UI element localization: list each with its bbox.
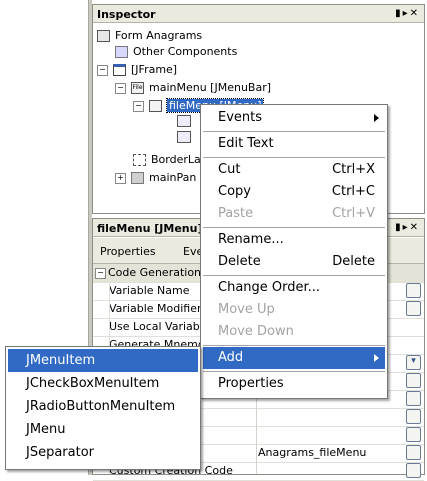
layout-icon — [133, 154, 146, 166]
collapse-icon[interactable]: − — [115, 82, 126, 94]
tree-node-label: BorderLa — [151, 153, 201, 166]
properties-window-buttons[interactable]: ▮▸✕ — [395, 222, 420, 233]
ellipsis-button[interactable] — [406, 301, 421, 316]
inspector-title: Inspector — [97, 8, 156, 21]
panel-icon — [131, 172, 144, 184]
tree-node-other-components[interactable]: Other Components — [115, 43, 237, 61]
submenu-item-jradiobuttonmenuitem[interactable]: JRadioButtonMenuItem — [8, 395, 198, 418]
menu-item-delete[interactable]: Delete Delete — [203, 251, 385, 273]
property-name: Variable Name — [109, 284, 190, 297]
menu-item-change-order[interactable]: Change Order... — [203, 277, 385, 299]
tree-node-mainmenu[interactable]: − File mainMenu [JMenuBar] — [115, 79, 271, 97]
ellipsis-button[interactable] — [406, 373, 421, 388]
menu-item-label: Edit Text — [218, 136, 274, 151]
menu-item-add[interactable]: Add — [203, 347, 385, 369]
menuitem-icon — [177, 115, 191, 127]
menu-item-label: Events — [218, 110, 263, 125]
menu-item-edit-text[interactable]: Edit Text — [203, 133, 385, 155]
expand-icon[interactable]: + — [115, 172, 126, 184]
property-name: Use Local Variable — [109, 320, 210, 333]
ellipsis-button[interactable] — [406, 445, 421, 460]
inspector-titlebar: Inspector ▮▸✕ — [93, 5, 424, 23]
menu-item-label: Delete — [218, 254, 261, 269]
properties-title: fileMenu [JMenu] — [97, 222, 203, 235]
ellipsis-button[interactable] — [406, 463, 421, 478]
category-label: Code Generation — [108, 266, 202, 279]
menu-item-move-down[interactable]: Move Down — [203, 321, 385, 343]
submenu-arrow-icon — [374, 354, 379, 362]
dropdown-icon[interactable]: ▾ — [406, 355, 421, 370]
menu-item-cut[interactable]: Cut Ctrl+X — [203, 159, 385, 181]
submenu-item-jmenuitem[interactable]: JMenuItem — [8, 349, 198, 372]
ellipsis-button[interactable] — [406, 283, 421, 298]
menu-item-label: Properties — [218, 376, 284, 391]
context-menu: Events Edit Text Cut Ctrl+X Copy Ctrl+C Pa… — [200, 104, 388, 399]
frame-icon — [113, 64, 126, 76]
tab-properties[interactable]: Properties — [100, 245, 156, 258]
ellipsis-button[interactable] — [406, 409, 421, 424]
menubar-icon: File — [131, 82, 144, 94]
add-submenu: JMenuItem JCheckBoxMenuItem JRadioButton… — [5, 346, 201, 470]
ellipsis-button[interactable] — [406, 427, 421, 442]
menu-item-move-up[interactable]: Move Up — [203, 299, 385, 321]
collapse-icon[interactable]: − — [97, 64, 108, 76]
menu-item-properties[interactable]: Properties — [203, 373, 385, 395]
submenu-item-jcheckboxmenuitem[interactable]: JCheckBoxMenuItem — [8, 372, 198, 395]
inspector-window-buttons[interactable]: ▮▸✕ — [395, 8, 420, 19]
property-value[interactable]: Anagrams_fileMenu — [258, 444, 366, 461]
menu-item-rename[interactable]: Rename... — [203, 229, 385, 251]
menu-item-label: Copy — [218, 184, 251, 199]
menu-item-label: Paste — [218, 206, 254, 221]
menuitem-icon — [177, 131, 191, 143]
menu-item-copy[interactable]: Copy Ctrl+C — [203, 181, 385, 203]
shortcut-label: Ctrl+X — [332, 162, 375, 177]
components-icon — [115, 46, 128, 58]
submenu-arrow-icon — [374, 114, 379, 122]
menu-item-paste[interactable]: Paste Ctrl+V — [203, 203, 385, 225]
tree-node-mainpanel[interactable]: + mainPan — [115, 169, 196, 187]
menu-item-label: Move Down — [218, 324, 294, 339]
menu-separator — [203, 131, 385, 132]
tree-node-label: mainMenu [JMenuBar] — [149, 81, 272, 94]
tree-node-label: mainPan — [149, 171, 197, 184]
menu-item-label: Move Up — [218, 302, 275, 317]
menu-item-label: Add — [218, 350, 244, 365]
tree-node-label: Form Anagrams — [115, 29, 203, 42]
shortcut-label: Ctrl+C — [331, 184, 375, 199]
menu-item-label: Rename... — [218, 232, 284, 247]
menu-item-label: Change Order... — [218, 280, 321, 295]
shortcut-label: Ctrl+V — [332, 206, 375, 221]
tree-node-label: [JFrame] — [131, 63, 178, 76]
menu-icon — [149, 100, 162, 112]
form-icon — [97, 30, 110, 42]
collapse-icon[interactable]: − — [95, 267, 106, 279]
menu-separator — [203, 227, 385, 228]
menu-separator — [203, 157, 385, 158]
tree-node-borderlayout[interactable]: BorderLa — [133, 151, 201, 169]
collapse-icon[interactable]: − — [133, 100, 144, 112]
property-name: Variable Modifiers — [109, 302, 208, 315]
submenu-item-jseparator[interactable]: JSeparator — [8, 441, 198, 464]
shortcut-label: Delete — [332, 254, 375, 269]
menu-separator — [203, 345, 385, 346]
tree-node-jframe[interactable]: − [JFrame] — [97, 61, 177, 79]
tree-node-label: Other Components — [133, 45, 238, 58]
menu-separator — [203, 371, 385, 372]
menu-item-events[interactable]: Events — [203, 107, 385, 129]
ellipsis-button[interactable] — [406, 391, 421, 406]
menu-separator — [203, 275, 385, 276]
submenu-item-jmenu[interactable]: JMenu — [8, 418, 198, 441]
menu-item-label: Cut — [218, 162, 241, 177]
